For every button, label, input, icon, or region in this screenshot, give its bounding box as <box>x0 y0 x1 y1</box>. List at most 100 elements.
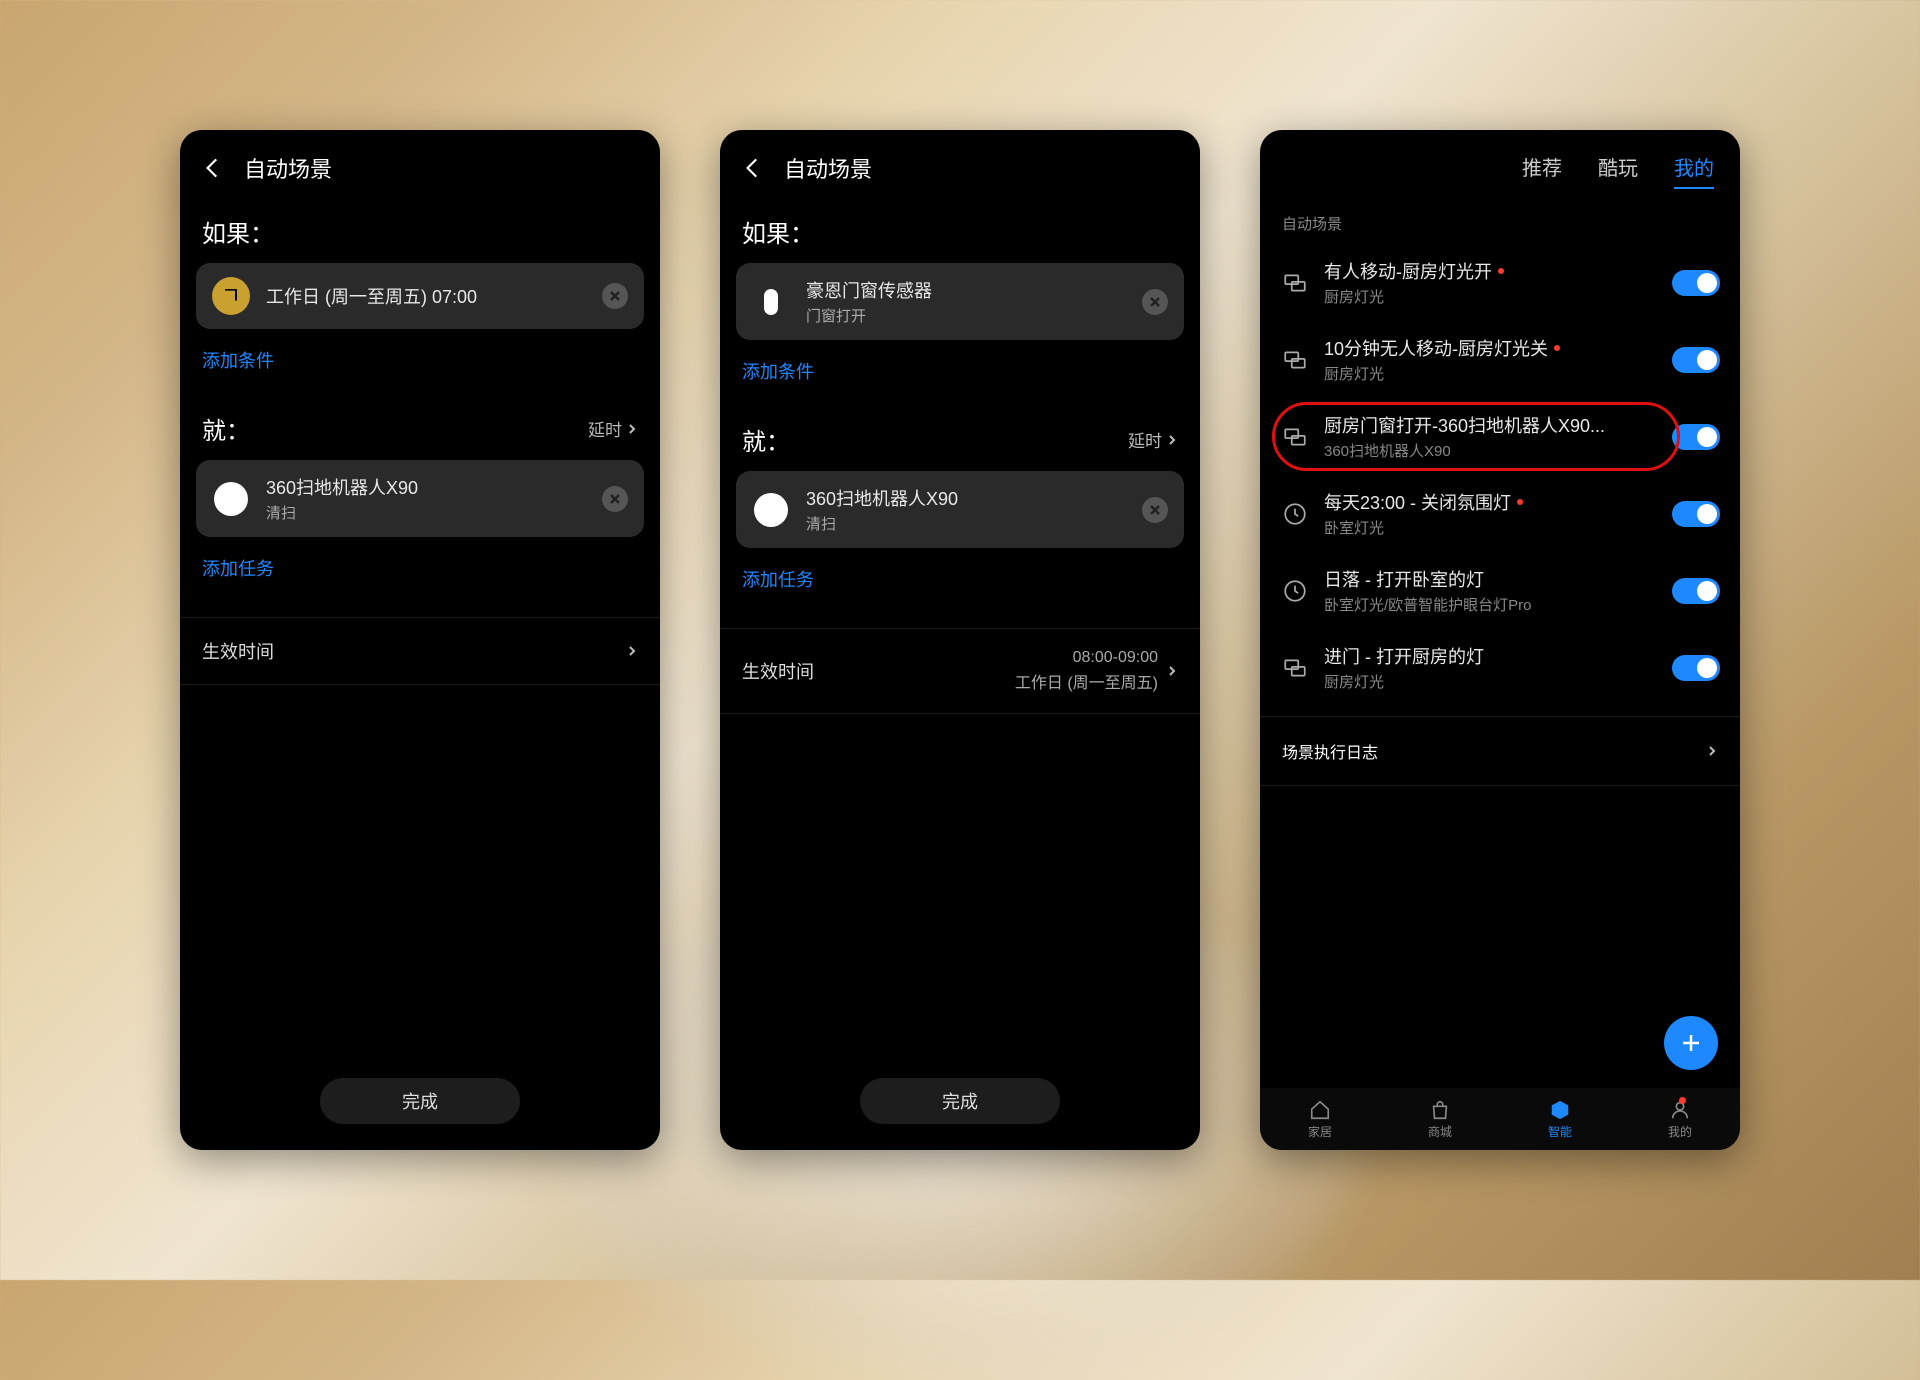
delay-button[interactable]: 延时 <box>1128 427 1178 452</box>
scene-subtitle: 卧室灯光 <box>1324 517 1658 538</box>
chevron-right-icon <box>626 645 638 657</box>
tab-cool[interactable]: 酷玩 <box>1598 152 1638 189</box>
clock-icon <box>212 277 250 315</box>
tab-recommend[interactable]: 推荐 <box>1522 152 1562 189</box>
add-condition-link[interactable]: 添加条件 <box>720 340 1200 402</box>
effective-time-row[interactable]: 生效时间 08:00-09:00 工作日 (周一至周五) <box>720 628 1200 714</box>
remove-task-button[interactable] <box>1142 497 1168 523</box>
home-icon <box>1309 1099 1331 1121</box>
scene-toggle[interactable] <box>1672 347 1720 373</box>
clock-outline-icon <box>1280 576 1310 606</box>
badge-dot <box>1679 1097 1686 1104</box>
close-icon <box>1149 296 1161 308</box>
nav-me[interactable]: 我的 <box>1668 1099 1692 1140</box>
scene-title: 每天23:00 - 关闭氛围灯 <box>1324 489 1658 515</box>
effective-label: 生效时间 <box>742 658 814 684</box>
task-sub: 清扫 <box>806 513 1126 534</box>
task-card[interactable]: 360扫地机器人X90 清扫 <box>736 471 1184 548</box>
scene-subtitle: 厨房灯光 <box>1324 286 1658 307</box>
nav-mall-label: 商城 <box>1428 1123 1452 1140</box>
remove-condition-button[interactable] <box>602 283 628 309</box>
plus-icon <box>1679 1031 1703 1055</box>
nav-smart[interactable]: 智能 <box>1548 1099 1572 1140</box>
alert-dot <box>1554 345 1560 351</box>
then-header: 就： 延时 <box>180 391 660 460</box>
clock-outline-icon <box>1280 499 1310 529</box>
delay-button[interactable]: 延时 <box>588 416 638 441</box>
sensor-icon <box>752 283 790 321</box>
delay-label: 延时 <box>588 416 622 441</box>
bag-icon <box>1429 1099 1451 1121</box>
scene-title: 厨房门窗打开-360扫地机器人X90... <box>1324 412 1658 438</box>
scene-row[interactable]: 日落 - 打开卧室的灯卧室灯光/欧普智能护眼台灯Pro <box>1260 552 1740 629</box>
header: 自动场景 <box>180 130 660 194</box>
delay-label: 延时 <box>1128 427 1162 452</box>
add-task-link[interactable]: 添加任务 <box>180 537 660 599</box>
scene-row[interactable]: 10分钟无人移动-厨房灯光关厨房灯光 <box>1260 321 1740 398</box>
scene-toggle[interactable] <box>1672 578 1720 604</box>
scene-subtitle: 360扫地机器人X90 <box>1324 440 1658 461</box>
link-icon <box>1280 345 1310 375</box>
chevron-right-icon <box>1166 665 1178 677</box>
scene-row[interactable]: 厨房门窗打开-360扫地机器人X90...360扫地机器人X90 <box>1260 398 1740 475</box>
alert-dot <box>1517 499 1523 505</box>
scene-title: 进门 - 打开厨房的灯 <box>1324 643 1658 669</box>
effective-time: 08:00-09:00 <box>1073 649 1158 667</box>
section-label: 自动场景 <box>1260 197 1740 244</box>
scene-list: 有人移动-厨房灯光开厨房灯光10分钟无人移动-厨房灯光关厨房灯光厨房门窗打开-3… <box>1260 244 1740 706</box>
scene-toggle[interactable] <box>1672 655 1720 681</box>
done-button[interactable]: 完成 <box>320 1078 520 1124</box>
link-icon <box>1280 422 1310 452</box>
link-icon <box>1280 268 1310 298</box>
task-title: 360扫地机器人X90 <box>266 474 586 500</box>
header: 自动场景 <box>720 130 1200 194</box>
nav-me-label: 我的 <box>1668 1123 1692 1140</box>
scene-toggle[interactable] <box>1672 501 1720 527</box>
phone-screen-3: 推荐 酷玩 我的 自动场景 有人移动-厨房灯光开厨房灯光10分钟无人移动-厨房灯… <box>1260 130 1740 1150</box>
scene-row[interactable]: 每天23:00 - 关闭氛围灯卧室灯光 <box>1260 475 1740 552</box>
page-title: 自动场景 <box>784 152 872 184</box>
effective-label: 生效时间 <box>202 638 274 664</box>
scene-toggle[interactable] <box>1672 424 1720 450</box>
chevron-right-icon <box>1166 434 1178 446</box>
add-scene-fab[interactable] <box>1664 1016 1718 1070</box>
remove-task-button[interactable] <box>602 486 628 512</box>
scene-subtitle: 卧室灯光/欧普智能护眼台灯Pro <box>1324 594 1658 615</box>
scene-subtitle: 厨房灯光 <box>1324 363 1658 384</box>
nav-home[interactable]: 家居 <box>1308 1099 1332 1140</box>
bottom-nav: 家居 商城 智能 我的 <box>1260 1088 1740 1150</box>
condition-title: 豪恩门窗传感器 <box>806 277 1126 303</box>
scene-toggle[interactable] <box>1672 270 1720 296</box>
scene-row[interactable]: 有人移动-厨房灯光开厨房灯光 <box>1260 244 1740 321</box>
robot-icon <box>212 480 250 518</box>
back-icon[interactable] <box>740 155 766 181</box>
effective-time-row[interactable]: 生效时间 <box>180 617 660 685</box>
done-button[interactable]: 完成 <box>860 1078 1060 1124</box>
scene-row[interactable]: 进门 - 打开厨房的灯厨房灯光 <box>1260 629 1740 706</box>
cube-icon <box>1549 1099 1571 1121</box>
scene-log-row[interactable]: 场景执行日志 <box>1260 716 1740 786</box>
add-condition-link[interactable]: 添加条件 <box>180 329 660 391</box>
scene-title: 10分钟无人移动-厨房灯光关 <box>1324 335 1658 361</box>
condition-card[interactable]: 豪恩门窗传感器 门窗打开 <box>736 263 1184 340</box>
task-title: 360扫地机器人X90 <box>806 485 1126 511</box>
add-task-link[interactable]: 添加任务 <box>720 548 1200 610</box>
condition-card[interactable]: 工作日 (周一至周五) 07:00 <box>196 263 644 329</box>
nav-home-label: 家居 <box>1308 1123 1332 1140</box>
nav-mall[interactable]: 商城 <box>1428 1099 1452 1140</box>
task-card[interactable]: 360扫地机器人X90 清扫 <box>196 460 644 537</box>
then-label: 就： <box>202 411 250 446</box>
tab-mine[interactable]: 我的 <box>1674 152 1714 189</box>
alert-dot <box>1498 268 1504 274</box>
scene-subtitle: 厨房灯光 <box>1324 671 1658 692</box>
condition-sub: 门窗打开 <box>806 305 1126 326</box>
close-icon <box>609 290 621 302</box>
nav-smart-label: 智能 <box>1548 1123 1572 1140</box>
then-label: 就： <box>742 422 790 457</box>
remove-condition-button[interactable] <box>1142 289 1168 315</box>
chevron-right-icon <box>626 423 638 435</box>
log-label: 场景执行日志 <box>1282 739 1378 763</box>
phone-screen-2: 自动场景 如果： 豪恩门窗传感器 门窗打开 添加条件 就： 延时 360扫地机器… <box>720 130 1200 1150</box>
then-header: 就： 延时 <box>720 402 1200 471</box>
back-icon[interactable] <box>200 155 226 181</box>
